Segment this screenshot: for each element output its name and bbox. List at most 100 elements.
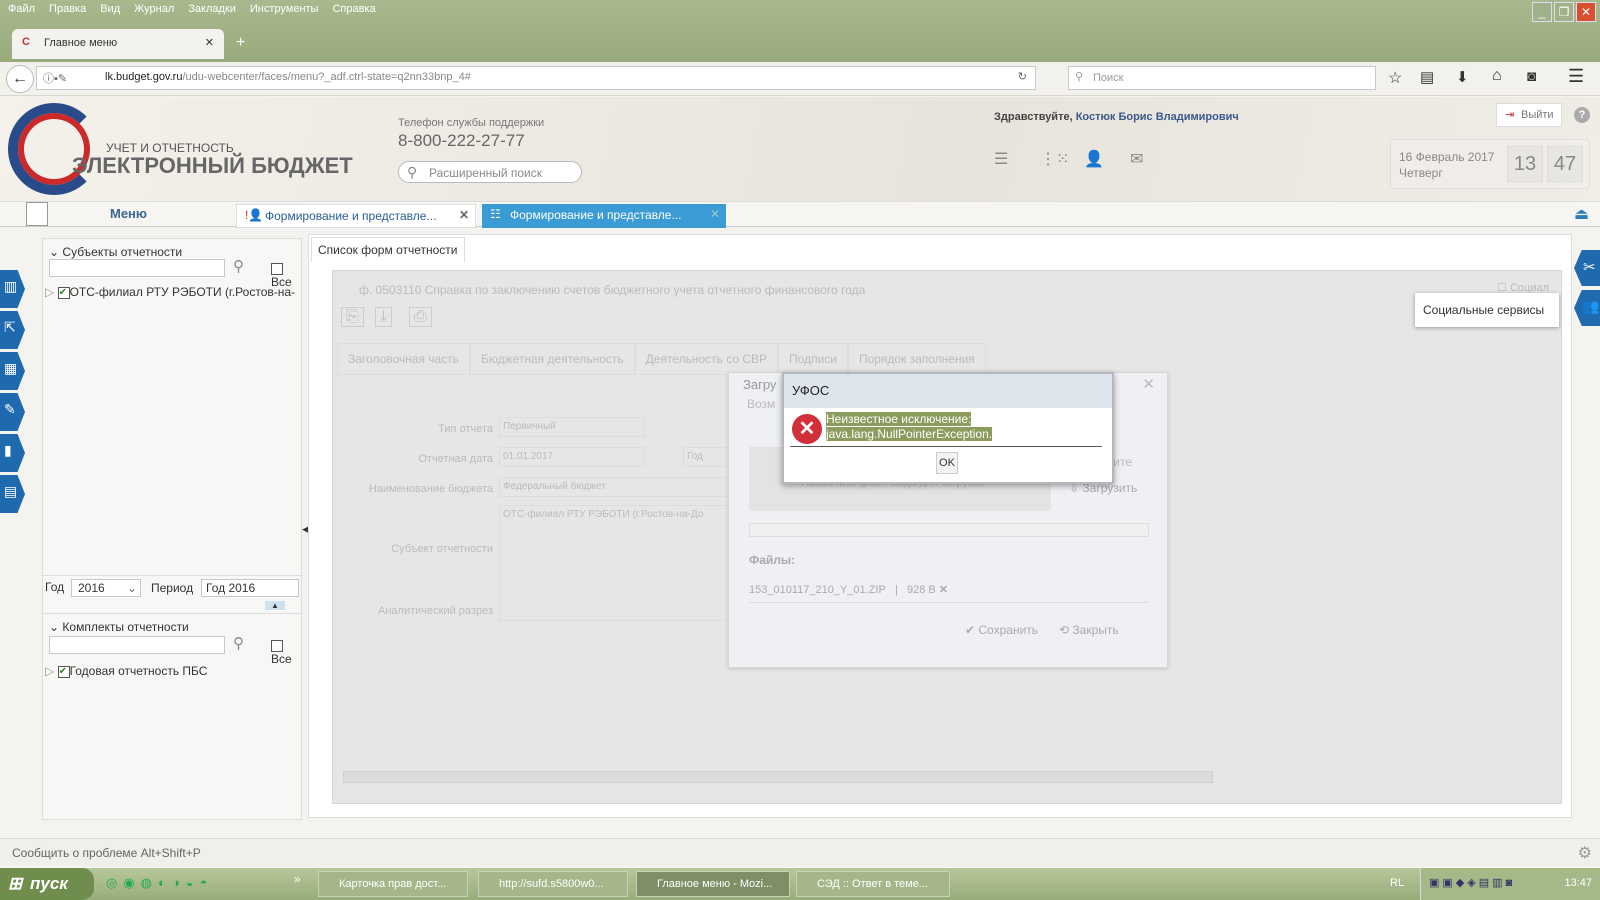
splitter-up-icon[interactable]: ▲: [265, 601, 285, 610]
save-button[interactable]: ✔ Сохранить: [965, 623, 1038, 637]
subjects-search-input[interactable]: [49, 259, 225, 277]
form-tab-order[interactable]: Порядок заполнения: [847, 343, 986, 375]
copy-icon[interactable]: ⎘: [341, 307, 364, 327]
gear-icon[interactable]: ⚙: [1578, 843, 1592, 863]
print-icon[interactable]: ⎙: [409, 307, 432, 327]
bookmark-star-icon[interactable]: ☆: [1388, 68, 1402, 88]
reports-icon[interactable]: ▥: [0, 270, 25, 308]
back-button[interactable]: ←: [6, 65, 34, 93]
download-icon[interactable]: ⤓: [375, 307, 393, 327]
menu-view[interactable]: Вид: [100, 3, 120, 15]
budget-label: Наименование бюджета: [368, 483, 493, 495]
year-select[interactable]: 2016 ⌄: [71, 579, 141, 597]
more-icon[interactable]: »: [294, 872, 301, 886]
advanced-search-input[interactable]: ⚲ Расширенный поиск: [398, 161, 582, 183]
menu-tools[interactable]: Инструменты: [250, 3, 319, 15]
tab-menu[interactable]: Меню: [110, 202, 147, 221]
user-icon[interactable]: 👤: [1084, 149, 1104, 169]
close-window-button[interactable]: ✕: [1576, 2, 1596, 22]
expand-icon[interactable]: ▷: [45, 664, 54, 678]
list-icon[interactable]: ☰: [994, 149, 1008, 169]
form-tab-budget[interactable]: Бюджетная деятельность: [469, 343, 635, 375]
kit-checkbox[interactable]: ✔: [57, 665, 70, 678]
site-info-icon[interactable]: ⓘ▪✎: [43, 70, 67, 86]
document-icon[interactable]: [26, 202, 48, 226]
close-button[interactable]: ⟲ Закрыть: [1059, 623, 1119, 637]
reading-list-icon[interactable]: ▤: [1420, 68, 1434, 86]
form-tab-signatures[interactable]: Подписи: [778, 343, 848, 375]
taskbar-item-1[interactable]: Карточка прав дост...: [318, 871, 468, 897]
horizontal-scrollbar[interactable]: [343, 771, 1213, 783]
mail-icon[interactable]: ✉: [1130, 149, 1143, 169]
pocket-icon[interactable]: ◙: [1527, 68, 1536, 85]
tab-formation-1[interactable]: !👤 Формирование и представле... ✕: [236, 204, 476, 228]
edit-icon[interactable]: ✎: [0, 393, 25, 431]
subject-checkbox[interactable]: ✔: [57, 286, 70, 299]
start-button[interactable]: ⊞ пуск: [0, 868, 94, 900]
menu-edit[interactable]: Правка: [49, 3, 86, 15]
taskbar-item-3[interactable]: Главное меню - Mozi...: [636, 871, 790, 897]
browser-search-input[interactable]: ⚲ Поиск: [1068, 66, 1376, 90]
url-host: lk.budget.gov.ru: [105, 71, 183, 83]
taskbar-item-2[interactable]: http://sufd.s5800w0...: [478, 871, 628, 897]
collapse-kits-icon[interactable]: ⌄: [49, 620, 59, 634]
logout-button[interactable]: ⇥ Выйти: [1496, 103, 1562, 127]
social-services-icon[interactable]: 👥: [1574, 290, 1600, 326]
menu-file[interactable]: Файл: [8, 3, 35, 15]
close-tab-icon[interactable]: ✕: [710, 207, 720, 221]
hamburger-menu-icon[interactable]: ☰: [1568, 66, 1584, 87]
expand-icon[interactable]: ▷: [45, 285, 54, 299]
form-tab-header[interactable]: Заголовочная часть: [337, 343, 470, 375]
calculator-icon[interactable]: ▦: [0, 352, 25, 390]
type-select[interactable]: Первичный: [499, 417, 645, 437]
structure-icon[interactable]: ⋮⁙: [1040, 149, 1069, 169]
collapse-header-icon[interactable]: ⏏: [1574, 204, 1589, 224]
subject-field[interactable]: ОТС-филиал РТУ РЭБОТИ (г.Ростов-на-До: [499, 505, 729, 621]
user-name[interactable]: Костюк Борис Владимирович: [1076, 111, 1239, 123]
tab-formation-2[interactable]: ☷ Формирование и представле... ✕: [482, 204, 726, 228]
new-tab-button[interactable]: +: [236, 34, 245, 52]
all-subjects-checkbox[interactable]: [271, 262, 283, 275]
close-tab-icon[interactable]: ✕: [205, 36, 214, 49]
menu-help[interactable]: Справка: [332, 3, 375, 15]
quick-launch-icons[interactable]: ◎◉◍◐◑◒◓: [106, 875, 213, 891]
close-upload-icon[interactable]: ✕: [1142, 375, 1155, 393]
browser-tab[interactable]: C Главное меню ✕: [12, 29, 224, 59]
menu-history[interactable]: Журнал: [134, 3, 174, 15]
date-field[interactable]: 01.01.2017: [499, 447, 645, 467]
url-bar[interactable]: ⓘ▪✎ lk.budget.gov.ru/udu-webcenter/faces…: [36, 66, 1036, 90]
minimize-button[interactable]: _: [1532, 2, 1552, 22]
tray-icons[interactable]: ▣▣◆◈▤▥◙: [1429, 876, 1515, 889]
menu-bookmarks[interactable]: Закладки: [188, 3, 236, 15]
tab-reporting-forms-list[interactable]: Список форм отчетности: [311, 237, 465, 262]
all-kits-checkbox[interactable]: [271, 639, 283, 652]
tools-icon[interactable]: ✂: [1574, 250, 1600, 286]
home-icon[interactable]: ⌂: [1492, 67, 1502, 85]
budget-field[interactable]: Федеральный бюджет: [499, 477, 729, 497]
kits-search-input[interactable]: [49, 636, 225, 654]
collapse-subjects-icon[interactable]: ⌄: [49, 245, 59, 259]
maximize-button[interactable]: ❐: [1554, 2, 1574, 22]
period-field[interactable]: Год 2016: [201, 579, 299, 597]
download-icon[interactable]: ⬇: [1456, 68, 1469, 86]
subject-tree-item[interactable]: ▷ ✔ ОТС-филиал РТУ РЭБОТИ (г.Ростов-на-: [45, 285, 297, 299]
date-time-widget: 16 Февраль 2017 Четверг 13 47: [1390, 139, 1590, 189]
archive-icon[interactable]: ▤: [0, 475, 25, 513]
help-icon[interactable]: ?: [1574, 107, 1590, 123]
export-icon[interactable]: ⇱: [0, 311, 25, 349]
close-tab-icon[interactable]: ✕: [459, 208, 469, 222]
reload-icon[interactable]: ↻: [1018, 70, 1027, 83]
language-indicator[interactable]: RL: [1390, 877, 1404, 889]
taskbar-item-4[interactable]: СЭД :: Ответ в теме...: [796, 871, 950, 897]
ok-button[interactable]: OK: [936, 452, 958, 474]
kit-tree-item[interactable]: ▷ ✔ Годовая отчетность ПБС: [45, 664, 207, 678]
search-icon[interactable]: ⚲: [233, 257, 244, 275]
year-field[interactable]: Год: [683, 447, 733, 467]
book-icon[interactable]: ▮: [0, 434, 25, 472]
remove-file-icon[interactable]: ✕: [939, 584, 948, 596]
period-label: Период: [151, 581, 194, 595]
report-problem-link[interactable]: Сообщить о проблеме Alt+Shift+P: [12, 846, 201, 860]
logout-icon: ⇥: [1505, 109, 1515, 121]
form-tab-svr[interactable]: Деятельность со СВР: [634, 343, 779, 375]
search-icon[interactable]: ⚲: [233, 634, 244, 652]
